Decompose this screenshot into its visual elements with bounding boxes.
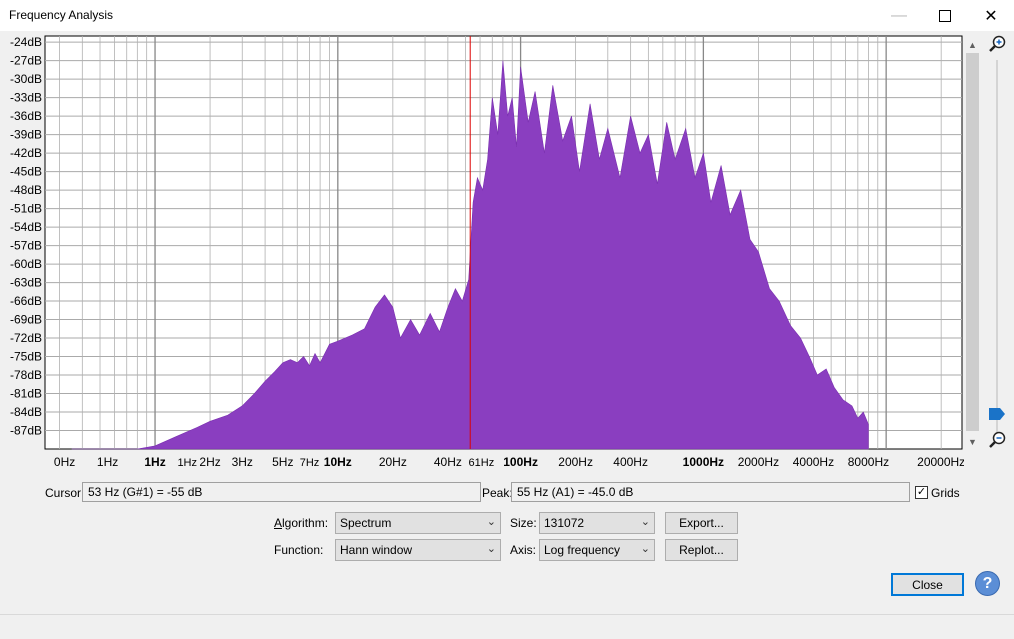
peak-label: Peak: <box>482 486 513 500</box>
scroll-thumb[interactable] <box>966 53 979 431</box>
y-tick-label: -63dB <box>10 276 42 290</box>
x-tick-label: 1Hz <box>177 457 197 469</box>
x-tick-label: 1Hz <box>97 455 118 469</box>
y-tick-label: -42dB <box>10 146 42 160</box>
spectrum-chart[interactable]: -24dB -27dB -30dB -33dB -36dB -39dB -42dB -45dB… <box>0 31 964 481</box>
x-tick-label: 61Hz <box>469 457 495 469</box>
replot-button-label: Replot... <box>679 543 724 557</box>
peak-readout: 55 Hz (A1) = -45.0 dB <box>511 482 910 502</box>
zoom-slider[interactable] <box>985 34 1009 454</box>
size-select[interactable]: 131072 ⌄ <box>539 512 655 534</box>
algorithm-label-rest: lgorithm: <box>282 516 329 530</box>
zoom-track[interactable] <box>996 60 998 440</box>
maximize-button[interactable] <box>922 0 968 31</box>
y-tick-label: -48dB <box>10 183 42 197</box>
scroll-down-arrow-icon[interactable]: ▼ <box>964 433 981 450</box>
x-tick-label: 1000Hz <box>683 455 724 469</box>
checkmark-icon: ✓ <box>916 486 927 498</box>
y-tick-label: -66dB <box>10 294 42 308</box>
chevron-down-icon: ⌄ <box>640 543 650 555</box>
x-tick-label: 20000Hz <box>917 455 964 469</box>
x-tick-label: 4000Hz <box>793 455 834 469</box>
axis-label-text: Axis: <box>510 543 537 557</box>
help-button[interactable]: ? <box>975 571 1000 596</box>
y-tick-label: -39dB <box>10 128 42 142</box>
maximize-icon <box>939 9 951 22</box>
y-tick-label: -30dB <box>10 72 42 86</box>
y-tick-label: -72dB <box>10 331 42 345</box>
export-button-label: Export... <box>679 516 724 530</box>
grids-label: Grids <box>931 486 960 500</box>
x-tick-label: 40Hz <box>434 455 462 469</box>
title-bar: Frequency Analysis — ✕ <box>0 0 1014 31</box>
axis-label: Axis: <box>510 543 536 557</box>
y-tick-label: -87dB <box>10 424 42 438</box>
y-tick-label: -33dB <box>10 91 42 105</box>
chevron-down-icon: ⌄ <box>486 543 496 555</box>
y-tick-label: -24dB <box>10 35 42 49</box>
size-label: Size: <box>510 516 537 530</box>
x-tick-label: 2000Hz <box>738 455 779 469</box>
minimize-button[interactable]: — <box>876 0 922 31</box>
y-tick-label: -45dB <box>10 165 42 179</box>
x-tick-label: 7Hz <box>300 457 320 469</box>
function-label-text: Function: <box>274 543 324 557</box>
close-window-button[interactable]: ✕ <box>968 0 1014 31</box>
grids-checkbox[interactable]: ✓ <box>915 486 928 499</box>
x-tick-label: 2Hz <box>199 455 220 469</box>
algorithm-label: Algorithm: <box>274 516 329 530</box>
help-icon: ? <box>982 574 993 592</box>
replot-button[interactable]: Replot... <box>665 539 738 561</box>
dialog-body: -24dB -27dB -30dB -33dB -36dB -39dB -42dB -45dB… <box>0 31 1014 639</box>
y-tick-label: -57dB <box>10 239 42 253</box>
x-tick-label: 1Hz <box>144 455 165 469</box>
function-label: Function: <box>274 543 323 557</box>
axis-value: Log frequency <box>544 543 621 557</box>
axis-select[interactable]: Log frequency ⌄ <box>539 539 655 561</box>
x-tick-label: 10Hz <box>324 455 352 469</box>
algorithm-select[interactable]: Spectrum ⌄ <box>335 512 501 534</box>
y-tick-label: -69dB <box>10 313 42 327</box>
size-value: 131072 <box>544 516 585 530</box>
function-value: Hann window <box>340 543 413 557</box>
chevron-down-icon: ⌄ <box>486 516 496 528</box>
y-tick-label: -51dB <box>10 202 42 216</box>
close-icon: ✕ <box>984 7 998 25</box>
zoom-in-icon[interactable] <box>987 34 1007 54</box>
size-label-text: Size: <box>510 516 537 530</box>
x-tick-label: 8000Hz <box>848 455 889 469</box>
x-tick-label: 100Hz <box>503 455 538 469</box>
status-bar <box>0 614 1014 639</box>
close-button[interactable]: Close <box>891 573 964 596</box>
y-tick-label: -54dB <box>10 220 42 234</box>
cursor-readout: 53 Hz (G#1) = -55 dB <box>82 482 481 502</box>
export-button[interactable]: Export... <box>665 512 738 534</box>
chevron-down-icon: ⌄ <box>640 516 650 528</box>
x-tick-label: 200Hz <box>558 455 593 469</box>
zoom-out-icon[interactable] <box>987 430 1007 450</box>
y-tick-label: -75dB <box>10 350 42 364</box>
zoom-thumb-icon[interactable] <box>989 408 1005 420</box>
y-tick-label: -78dB <box>10 368 42 382</box>
x-tick-label: 5Hz <box>272 455 293 469</box>
x-tick-label: 400Hz <box>613 455 648 469</box>
y-tick-label: -27dB <box>10 54 42 68</box>
cursor-label: Cursor: <box>45 486 85 500</box>
scroll-up-arrow-icon[interactable]: ▲ <box>964 36 981 53</box>
function-select[interactable]: Hann window ⌄ <box>335 539 501 561</box>
y-tick-label: -60dB <box>10 257 42 271</box>
window-title: Frequency Analysis <box>9 8 114 22</box>
y-tick-label: -84dB <box>10 405 42 419</box>
y-tick-label: -36dB <box>10 109 42 123</box>
x-tick-label: 3Hz <box>232 455 253 469</box>
minimize-icon: — <box>891 6 907 24</box>
close-button-label: Close <box>912 577 943 592</box>
algorithm-value: Spectrum <box>340 516 392 530</box>
x-tick-label: 20Hz <box>379 455 407 469</box>
x-tick-label: 0Hz <box>54 455 75 469</box>
plot-vertical-scrollbar[interactable]: ▲ ▼ <box>964 36 981 450</box>
y-tick-label: -81dB <box>10 387 42 401</box>
